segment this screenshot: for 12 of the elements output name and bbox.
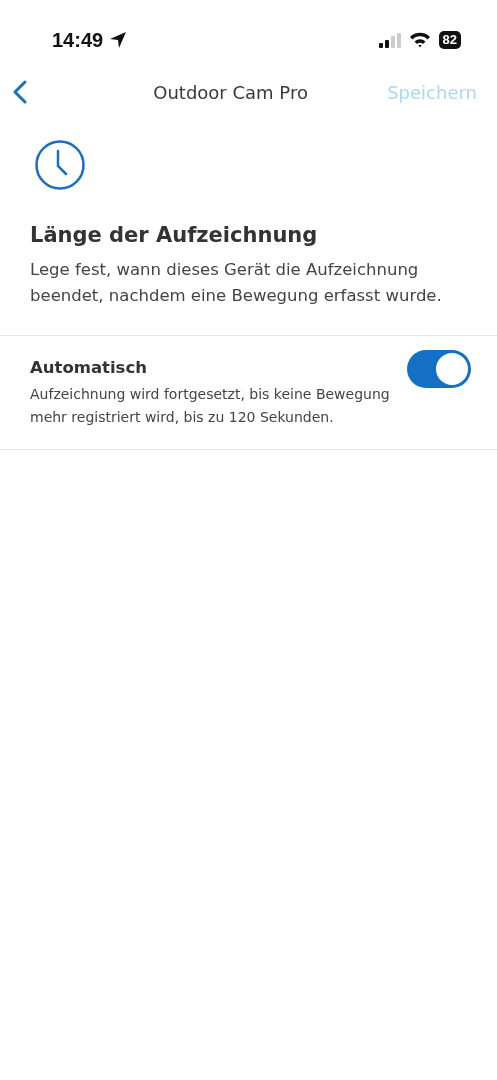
setting-label: Automatisch	[30, 358, 148, 377]
setting-description: Aufzeichnung wird fortgesetzt, bis keine Bewegung mehr registriert wird, bis zu 120 Sekunden.	[30, 385, 391, 427]
section-description: Lege fest, wann dieses Gerät die Aufzeichnung beendet, nachdem eine Bewegung erfasst wurde.	[30, 259, 443, 307]
screen-title: Outdoor Cam Pro	[153, 81, 308, 103]
status-time: 14:49	[52, 28, 104, 52]
toggle-switch[interactable]	[407, 350, 471, 388]
clock-icon	[34, 139, 86, 191]
battery-level: 82	[438, 31, 461, 49]
signal-icon	[378, 32, 401, 48]
section-heading: Länge der Aufzeichnung	[30, 223, 319, 247]
location-arrow-icon	[109, 31, 128, 49]
wifi-icon	[408, 32, 431, 48]
